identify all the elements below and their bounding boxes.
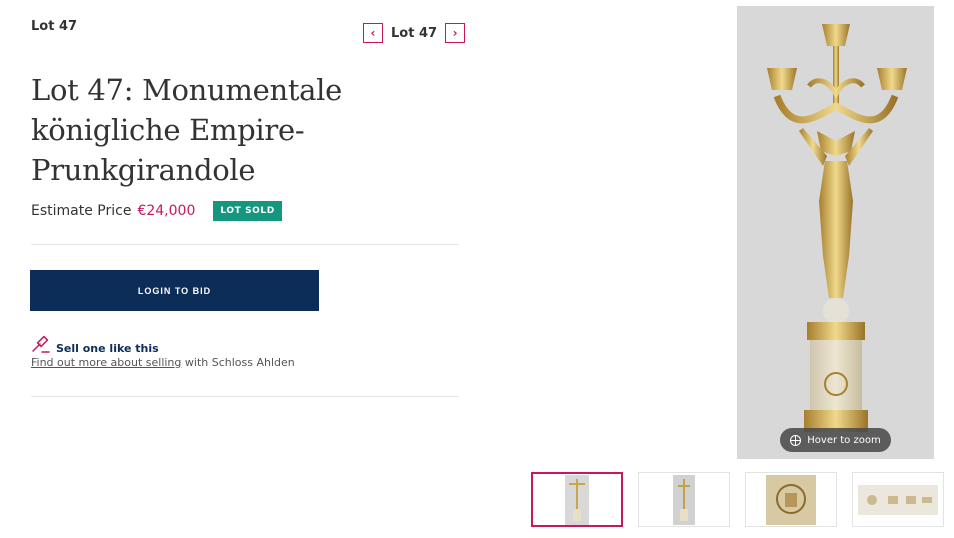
- divider: [31, 396, 459, 397]
- sell-info: Find out more about selling with Schloss…: [31, 356, 295, 369]
- gavel-icon: [32, 335, 50, 353]
- sell-one-like-this: Sell one like this: [56, 342, 159, 355]
- divider: [31, 244, 459, 245]
- thumbnail-4[interactable]: [852, 472, 944, 527]
- coat-of-arms-thumb-image: [766, 474, 816, 525]
- lot-label: Lot 47: [31, 19, 78, 34]
- thumbnail-strip: [531, 472, 944, 527]
- hover-to-zoom-hint: Hover to zoom: [780, 428, 891, 452]
- status-badge: LOT SOLD: [213, 201, 282, 221]
- find-out-more-link[interactable]: Find out more about selling: [31, 356, 181, 369]
- lot-nav-label: Lot 47: [391, 25, 438, 41]
- chevron-right-icon: ›: [452, 26, 458, 40]
- estimate-value: €24,000: [137, 203, 196, 219]
- thumbnail-2[interactable]: [638, 472, 730, 527]
- candelabra-side-thumb-image: [673, 474, 695, 525]
- chevron-left-icon: ‹: [370, 26, 376, 40]
- thumbnail-3[interactable]: [745, 472, 837, 527]
- login-to-bid-button[interactable]: LOGIN TO BID: [30, 270, 319, 311]
- estimate-label: Estimate Price: [31, 203, 132, 219]
- lot-navigation: ‹ Lot 47 ›: [363, 23, 466, 43]
- sell-row: Sell one like this: [31, 334, 159, 355]
- zoom-icon: [790, 434, 802, 446]
- thumbnail-1[interactable]: [531, 472, 623, 527]
- page-title: Lot 47: Monumentale königliche Empire-Pr…: [31, 73, 343, 187]
- prev-lot-button[interactable]: ‹: [363, 23, 383, 43]
- candelabra-thumb-image: [565, 474, 589, 525]
- candelabra-image: [767, 24, 907, 432]
- next-lot-button[interactable]: ›: [445, 23, 466, 43]
- hallmarks-thumb-image: [858, 484, 938, 515]
- sell-info-suffix: with Schloss Ahlden: [181, 356, 295, 369]
- estimate-row: Estimate Price €24,000 LOT SOLD: [31, 201, 282, 221]
- main-product-image[interactable]: [737, 6, 934, 459]
- zoom-hint-label: Hover to zoom: [807, 434, 881, 446]
